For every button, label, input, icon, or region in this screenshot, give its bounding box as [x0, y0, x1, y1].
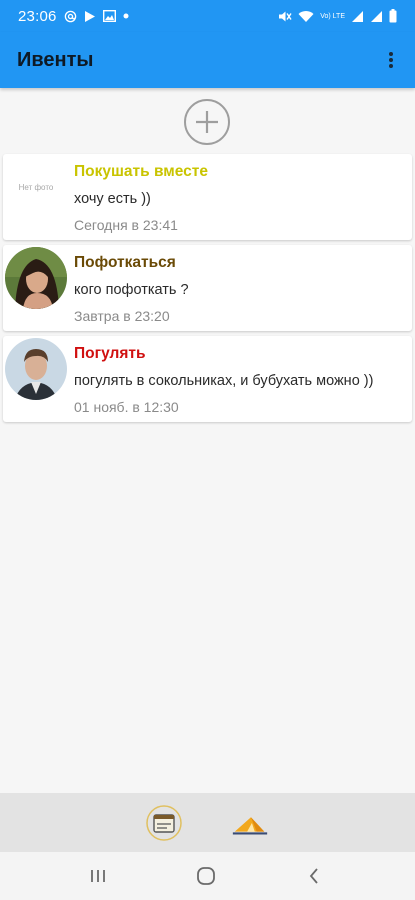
recent-apps-button[interactable]: [78, 864, 118, 888]
tab-places[interactable]: [230, 803, 270, 843]
page-title: Ивенты: [17, 48, 94, 71]
avatar: [5, 247, 67, 309]
add-event-button[interactable]: [184, 99, 230, 145]
more-options-button[interactable]: [379, 40, 403, 80]
signal-icon: [370, 10, 383, 23]
app-bar: Ивенты: [0, 32, 415, 88]
avatar: [5, 338, 67, 400]
home-icon: [197, 867, 215, 885]
event-date: Сегодня в 23:41: [74, 217, 178, 233]
no-photo-placeholder: Нет фото: [5, 156, 67, 218]
event-date: Завтра в 23:20: [74, 308, 170, 324]
at-sign-icon: [64, 10, 77, 23]
event-list: Нет фото Покушать вместе хочу есть )) Се…: [3, 154, 412, 427]
event-description: погулять в сокольниках, и бубухать можно…: [74, 373, 374, 389]
status-right: Vo) LTE: [278, 9, 397, 23]
volte-label: Vo) LTE: [320, 12, 345, 20]
calendar-icon: [146, 805, 182, 841]
back-icon: [309, 868, 318, 884]
mute-icon: [278, 10, 292, 23]
back-button[interactable]: [294, 864, 334, 888]
tent-icon: [232, 817, 268, 835]
event-title: Погулять: [74, 345, 146, 362]
plus-icon: [196, 111, 218, 133]
home-button[interactable]: [186, 864, 226, 888]
event-title: Покушать вместе: [74, 163, 208, 180]
wifi-icon: [298, 10, 314, 23]
bottom-tab-bar: [0, 793, 415, 852]
dot-icon: [123, 13, 129, 19]
status-bar: 23:06 Vo) LTE: [0, 0, 415, 32]
no-photo-label: Нет фото: [18, 182, 54, 192]
event-card[interactable]: Погулять погулять в сокольниках, и бубух…: [3, 336, 412, 422]
status-time: 23:06: [18, 7, 57, 25]
more-vert-icon: [389, 52, 393, 68]
recent-apps-icon: [91, 870, 105, 882]
battery-icon: [389, 9, 397, 23]
event-description: хочу есть )): [74, 191, 151, 207]
event-title: Пофоткаться: [74, 254, 176, 271]
image-icon: [102, 10, 116, 22]
signal-icon: [351, 10, 364, 23]
event-card[interactable]: Нет фото Покушать вместе хочу есть )) Се…: [3, 154, 412, 240]
event-description: кого пофоткать ?: [74, 282, 189, 298]
event-card[interactable]: Пофоткаться кого пофоткать ? Завтра в 23…: [3, 245, 412, 331]
tab-events[interactable]: [144, 803, 184, 843]
play-store-icon: [84, 10, 96, 23]
status-left: 23:06: [18, 8, 129, 25]
event-date: 01 нояб. в 12:30: [74, 399, 179, 415]
system-nav-bar: [0, 852, 415, 900]
